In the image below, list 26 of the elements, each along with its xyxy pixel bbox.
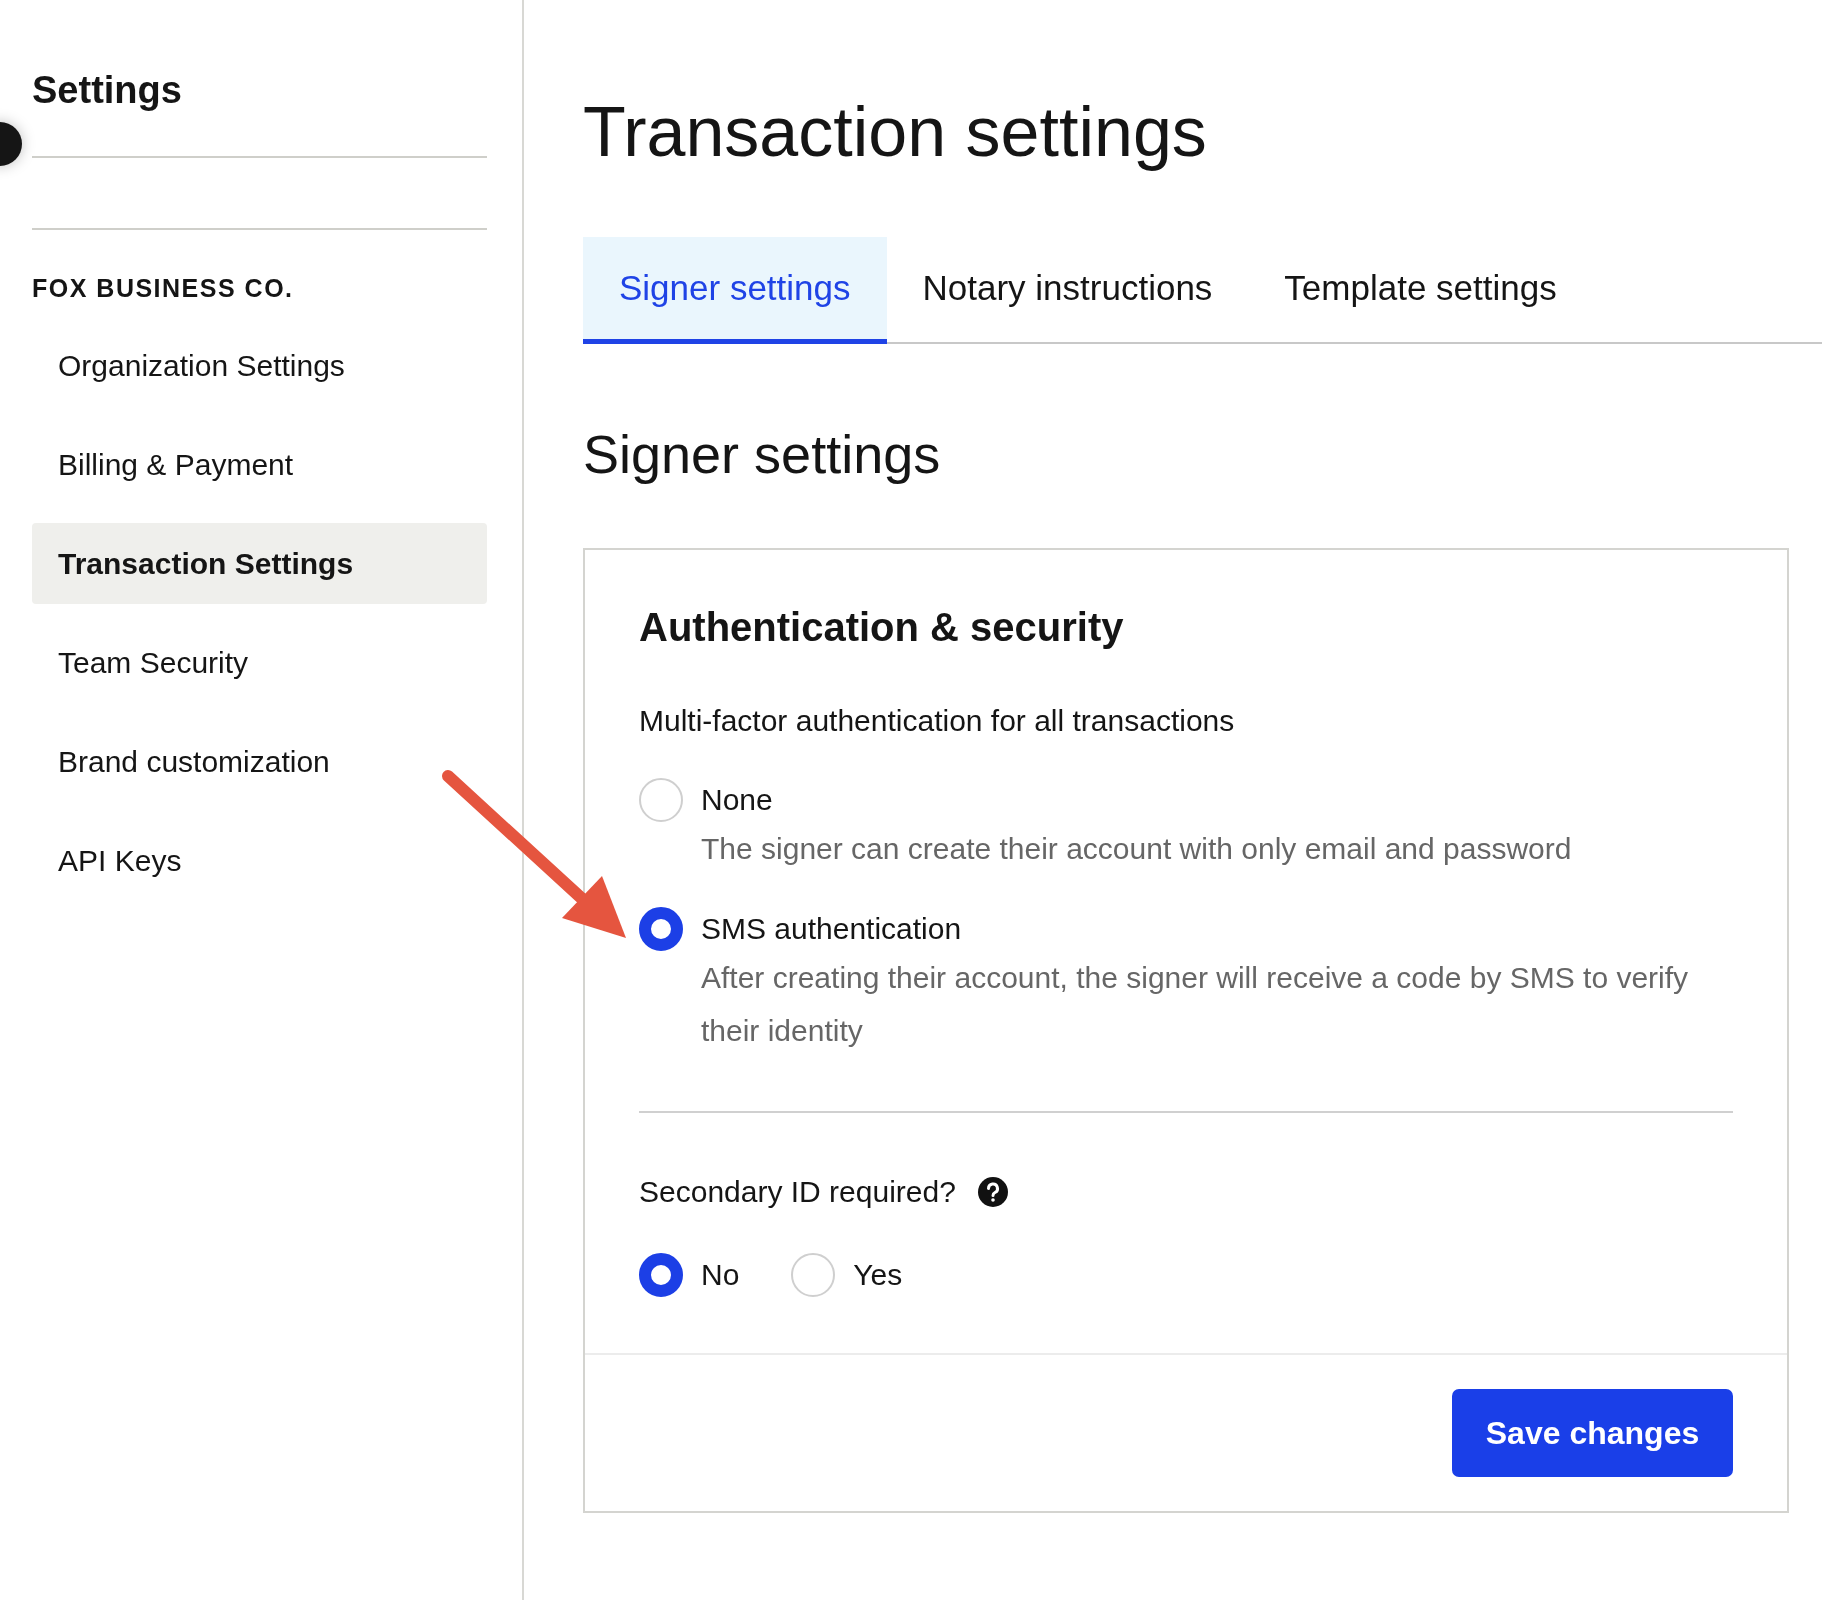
option-description: The signer can create their account with only email and password [701,831,1572,867]
sidebar-title: Settings [32,68,183,112]
radio-button[interactable] [639,907,683,951]
sidebar-item[interactable]: Billing & Payment [32,424,487,505]
radio-button[interactable] [639,1253,683,1297]
tab[interactable]: Notary instructions [886,237,1249,344]
option-label: None [701,782,774,818]
option-description: After creating their account, the signer will receive a code by SMS to verify their identity [701,960,1690,1049]
field-label: Secondary ID required? [639,1175,956,1209]
sidebar-item[interactable]: API Keys [32,820,487,901]
page-title: Transaction settings [583,92,1208,172]
sidebar-item[interactable]: Brand customization [32,721,487,802]
sidebar-item[interactable]: Transaction Settings [32,523,487,604]
option-label: No [701,1257,740,1293]
tab[interactable]: Signer settings [583,237,887,344]
section-title: Signer settings [583,423,942,486]
save-button[interactable]: Save changes [1452,1389,1733,1477]
option-label: Yes [853,1257,903,1293]
sidebar-item[interactable]: Team Security [32,622,487,703]
sidebar-item[interactable]: Organization Settings [32,325,487,406]
tab[interactable]: Template settings [1248,237,1593,344]
field-label: Multi-factor authentication for all transactions [639,704,1236,738]
card-title: Authentication & security [639,604,1125,651]
organization-name: FOX BUSINESS CO. [32,274,295,303]
help-icon[interactable] [977,1177,1008,1207]
option-label: SMS authentication [701,911,963,947]
